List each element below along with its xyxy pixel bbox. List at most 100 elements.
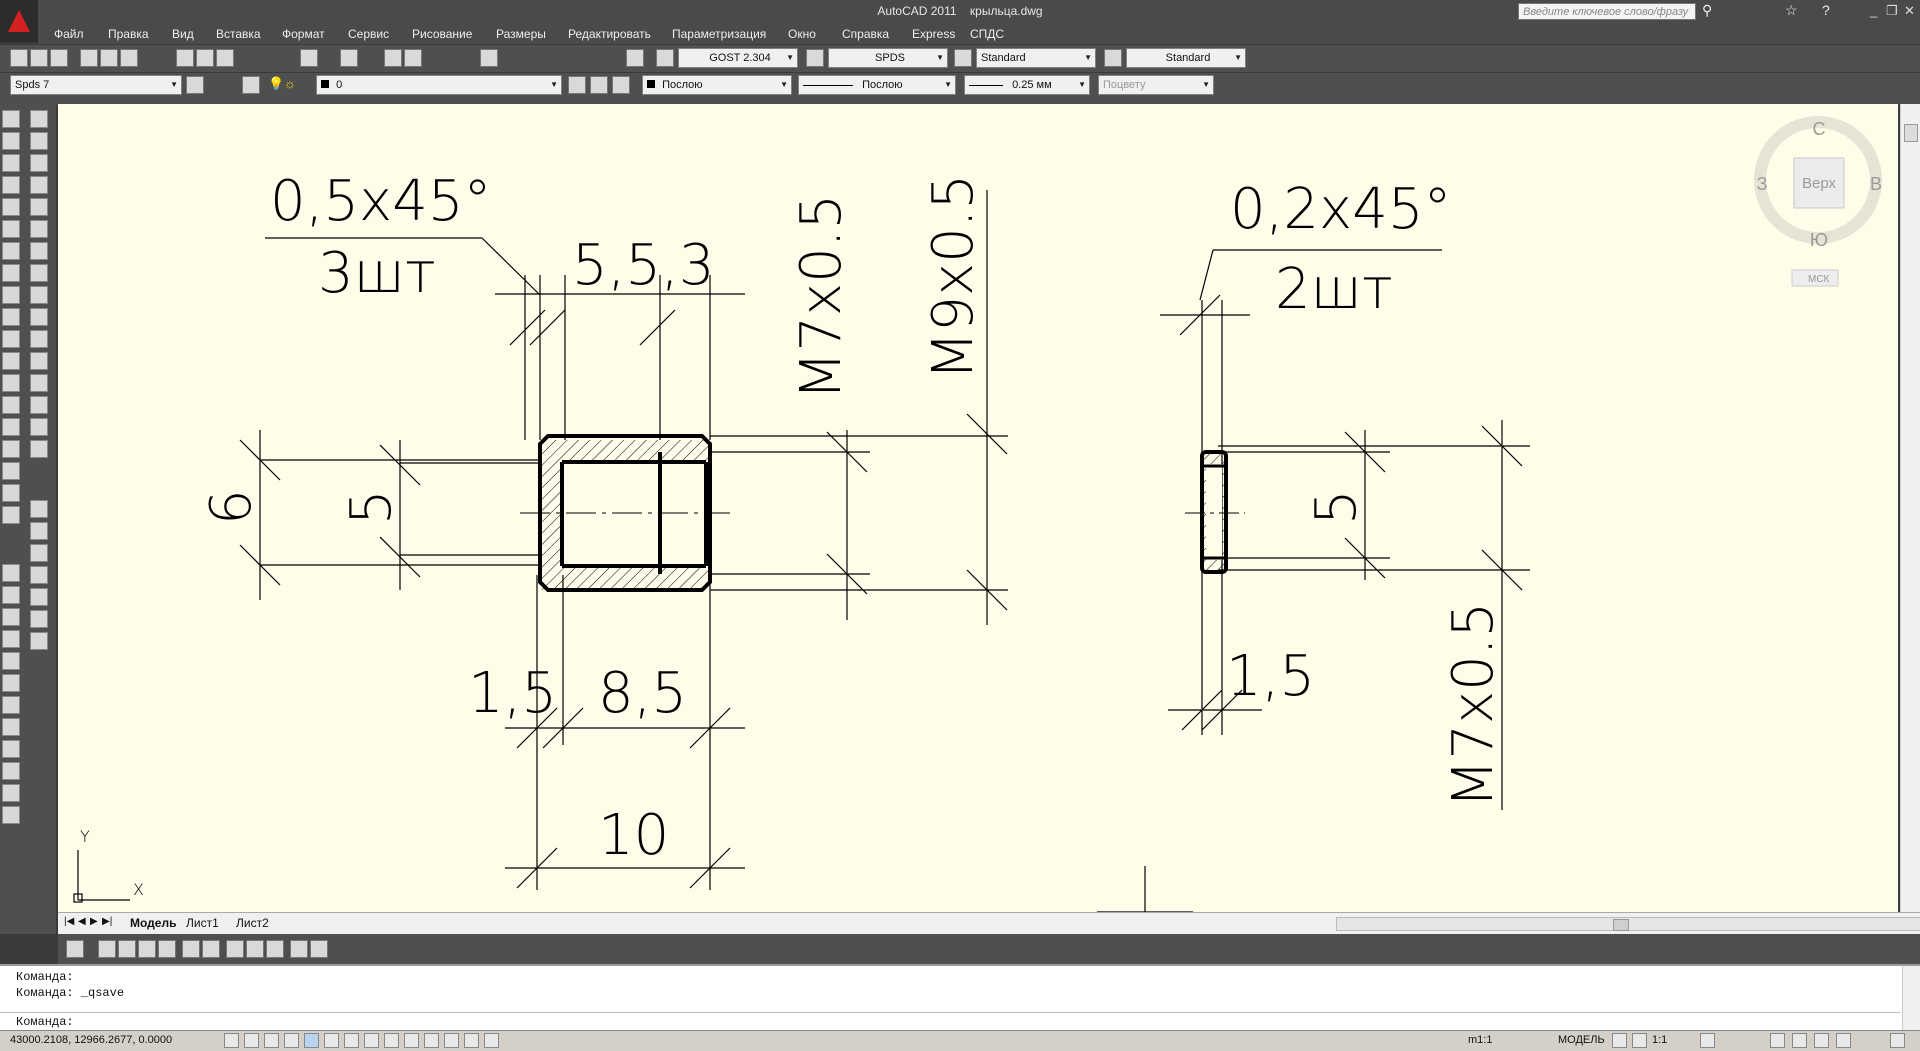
clean-screen-icon[interactable] xyxy=(1890,1033,1905,1048)
dyn-icon[interactable] xyxy=(404,1033,419,1048)
layer-manager-icon[interactable] xyxy=(242,76,260,94)
object-snap-icon[interactable] xyxy=(66,940,84,958)
preview-icon[interactable] xyxy=(100,49,118,67)
ellipse-arc-icon[interactable] xyxy=(2,330,20,348)
menu-spds[interactable]: СПДС xyxy=(970,27,1004,41)
menu-window[interactable]: Окно xyxy=(788,27,816,41)
menu-edit[interactable]: Правка xyxy=(108,27,149,41)
spds-break-icon[interactable] xyxy=(2,652,20,670)
dim-style-icon[interactable] xyxy=(806,49,824,67)
annotation-scale[interactable]: 1:1 xyxy=(1652,1034,1667,1046)
tab-prev-icon[interactable]: ◀ xyxy=(78,916,86,927)
spds-leader-icon[interactable] xyxy=(2,564,20,582)
block-editor-icon[interactable] xyxy=(118,940,136,958)
mleader-style-icon[interactable] xyxy=(1104,49,1122,67)
ortho-icon[interactable] xyxy=(284,1033,299,1048)
ellipse-icon[interactable] xyxy=(2,308,20,326)
menu-help[interactable]: Справка xyxy=(842,27,889,41)
dim-style-select[interactable]: SPDS xyxy=(828,48,948,68)
minimize-icon[interactable]: _ xyxy=(1870,3,1877,18)
gradient-icon[interactable] xyxy=(2,440,20,458)
mtext-icon[interactable] xyxy=(2,506,20,524)
chamfer-icon[interactable] xyxy=(30,396,48,414)
command-scrollbar[interactable] xyxy=(1902,966,1920,1030)
osnap-icon[interactable] xyxy=(324,1033,339,1048)
table-style-select[interactable]: Standard xyxy=(976,48,1096,68)
erase-icon[interactable] xyxy=(30,110,48,128)
horizontal-scroll-thumb[interactable] xyxy=(1613,919,1629,931)
dim-linear-icon[interactable] xyxy=(30,500,48,518)
extend-icon[interactable] xyxy=(30,330,48,348)
rotate-icon[interactable] xyxy=(30,242,48,260)
drawing-canvas[interactable]: 0,5x45° 3шт 5,5,3 M7x0.5 M9x0.5 6 5 1,5 … xyxy=(58,104,1898,912)
spds-stamp-icon[interactable] xyxy=(2,740,20,758)
array-icon[interactable] xyxy=(30,198,48,216)
viewcube-west[interactable]: З xyxy=(1757,174,1768,194)
toolbar-lock-icon[interactable] xyxy=(1792,1033,1807,1048)
3d-osnap-icon[interactable] xyxy=(344,1033,359,1048)
break-icon[interactable] xyxy=(30,352,48,370)
text-style-select[interactable]: GOST 2.304 xyxy=(678,48,798,68)
menu-draw[interactable]: Рисование xyxy=(412,27,472,41)
circle-icon[interactable] xyxy=(2,242,20,260)
drawing-svg[interactable]: 0,5x45° 3шт 5,5,3 M7x0.5 M9x0.5 6 5 1,5 … xyxy=(58,104,1898,912)
help-search-input[interactable]: Введите ключевое слово/фразу xyxy=(1518,3,1696,20)
workspace-select[interactable]: Spds 7 xyxy=(10,75,182,95)
menu-tools[interactable]: Сервис xyxy=(348,27,389,41)
application-menu-button[interactable] xyxy=(0,0,38,42)
make-block-icon[interactable] xyxy=(2,374,20,392)
command-input[interactable]: Команда: xyxy=(0,1012,1900,1031)
space-toggle[interactable]: МОДЕЛЬ xyxy=(1558,1034,1605,1046)
move-icon[interactable] xyxy=(30,220,48,238)
isolate-objects-icon[interactable] xyxy=(1836,1033,1851,1048)
table-style-icon[interactable] xyxy=(954,49,972,67)
annotation-visibility-icon[interactable] xyxy=(1700,1033,1715,1048)
infer-constraints-icon[interactable] xyxy=(224,1033,239,1048)
dim-diameter-icon[interactable] xyxy=(30,566,48,584)
mirror-icon[interactable] xyxy=(30,154,48,172)
attribute-icon[interactable] xyxy=(158,940,176,958)
print-icon[interactable] xyxy=(80,49,98,67)
spds-update-icon[interactable] xyxy=(266,940,284,958)
polygon-icon[interactable] xyxy=(2,176,20,194)
help-toolbar-icon[interactable] xyxy=(626,49,644,67)
layer-state-icon[interactable] xyxy=(612,76,630,94)
line-icon[interactable] xyxy=(2,110,20,128)
publish-icon[interactable] xyxy=(120,49,138,67)
make-current-icon[interactable] xyxy=(568,76,586,94)
group-icon[interactable] xyxy=(98,940,116,958)
layer-previous-icon[interactable] xyxy=(590,76,608,94)
new-icon[interactable] xyxy=(10,49,28,67)
spds-table-icon[interactable] xyxy=(2,762,20,780)
scale-icon[interactable] xyxy=(30,264,48,282)
spds-level-icon[interactable] xyxy=(2,608,20,626)
restore-icon[interactable]: ❐ xyxy=(1886,3,1898,19)
undo-icon[interactable] xyxy=(300,49,318,67)
close-icon[interactable]: ✕ xyxy=(1904,3,1915,19)
workspace-settings-icon[interactable] xyxy=(186,76,204,94)
ducs-icon[interactable] xyxy=(384,1033,399,1048)
viewcube[interactable]: Верх С Ю З В МСК xyxy=(1754,116,1882,287)
color-select[interactable]: Послою xyxy=(642,75,792,95)
mleader-style-select[interactable]: Standard xyxy=(1126,48,1246,68)
menu-view[interactable]: Вид xyxy=(172,27,194,41)
viewcube-east[interactable]: В xyxy=(1870,174,1882,194)
zoom-icon[interactable] xyxy=(404,49,422,67)
stretch-icon[interactable] xyxy=(30,286,48,304)
linetype-select[interactable]: Послою xyxy=(798,75,956,95)
menu-dimension[interactable]: Размеры xyxy=(496,27,546,41)
tab-model[interactable]: Модель xyxy=(130,916,176,930)
tab-sheet2[interactable]: Лист2 xyxy=(236,916,269,930)
fillet-icon[interactable] xyxy=(30,418,48,436)
dim-baseline-icon[interactable] xyxy=(30,610,48,628)
vertical-scroll-thumb[interactable] xyxy=(1904,124,1918,142)
tpy-icon[interactable] xyxy=(444,1033,459,1048)
offset-icon[interactable] xyxy=(30,176,48,194)
open-icon[interactable] xyxy=(30,49,48,67)
snap-icon[interactable] xyxy=(244,1033,259,1048)
dim-continue-icon[interactable] xyxy=(30,632,48,650)
spds-options-icon[interactable] xyxy=(310,940,328,958)
arc-icon[interactable] xyxy=(2,220,20,238)
spds-axis-icon[interactable] xyxy=(2,696,20,714)
region-icon[interactable] xyxy=(2,462,20,480)
